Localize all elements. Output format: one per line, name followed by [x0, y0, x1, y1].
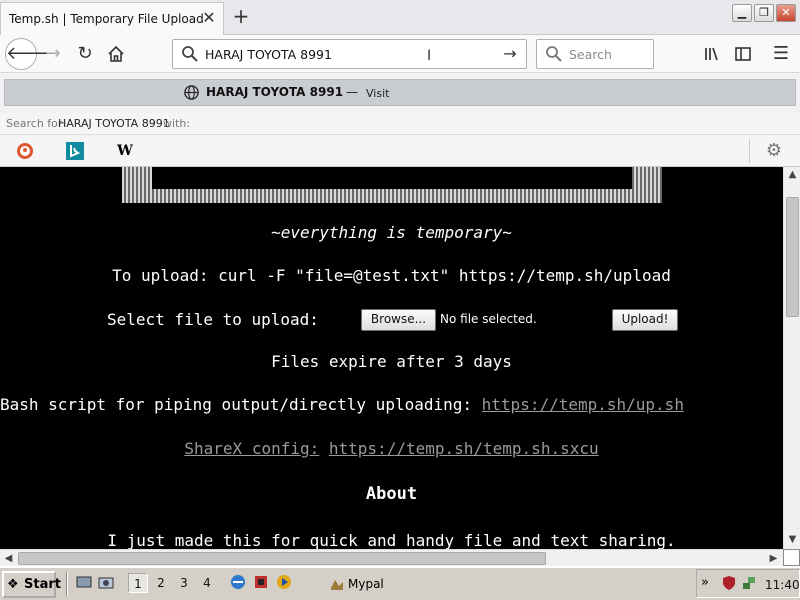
suggestion-separator: — — [346, 85, 358, 99]
upload-command: To upload: curl -F "file=@test.txt" http… — [112, 266, 671, 285]
scroll-corner — [783, 549, 800, 566]
menu-button[interactable]: ☰ — [766, 40, 796, 68]
tray-expand-icon[interactable]: » — [701, 575, 709, 590]
about-heading: About — [365, 484, 418, 504]
scroll-right-arrow-icon[interactable]: ▶ — [766, 551, 781, 566]
page-content: ~everything is temporary~ To upload: cur… — [0, 167, 783, 549]
navigation-bar: 🡐 → ↻ HARAJ TOYOTA 8991 I → Search ☰ — [0, 35, 800, 73]
back-button[interactable]: 🡐 — [5, 38, 54, 70]
minimize-button[interactable]: ▁ — [732, 4, 752, 22]
taskbar: ❖ Start 1 2 3 4 Mypal » 11:40 — [0, 566, 800, 600]
taskbar-divider — [66, 572, 68, 596]
library-icon — [705, 47, 718, 61]
desktop-2-button[interactable]: 2 — [151, 573, 171, 593]
tab-active[interactable]: Temp.sh | Temporary File Upload ✕ — [0, 2, 224, 35]
start-button[interactable]: ❖ Start — [2, 571, 61, 598]
search-for-prefix: Search for — [6, 117, 63, 130]
sidebar-button[interactable] — [728, 40, 758, 68]
mypal-icon — [331, 580, 343, 590]
url-input[interactable]: HARAJ TOYOTA 8991 — [205, 47, 332, 62]
scroll-left-arrow-icon[interactable]: ◀ — [1, 551, 16, 566]
duckduckgo-icon[interactable] — [14, 140, 36, 162]
horizontal-scrollbar[interactable]: ◀ ▶ — [0, 549, 783, 566]
close-window-button[interactable]: ✕ — [776, 4, 796, 22]
search-for-suffix: with: — [163, 117, 191, 130]
taskbar-app-label: Mypal — [348, 577, 384, 591]
suggestion-text: HARAJ TOYOTA 8991 — [206, 85, 344, 99]
home-button[interactable] — [101, 40, 131, 68]
settings-gear-icon[interactable]: ⚙ — [763, 140, 785, 162]
new-tab-button[interactable]: + — [229, 4, 253, 28]
vertical-scrollbar[interactable]: ▲ ▼ — [783, 167, 800, 549]
start-label: Start — [24, 577, 61, 592]
taskbar-app-mypal[interactable]: Mypal — [322, 571, 492, 596]
upload-form: Select file to upload: Browse... No file… — [107, 308, 783, 332]
banner-shadow — [152, 167, 632, 189]
wikipedia-icon[interactable]: W — [114, 140, 136, 162]
globe-icon — [184, 85, 199, 100]
desktop-1-button[interactable]: 1 — [128, 573, 148, 593]
shield-icon[interactable] — [721, 575, 737, 591]
reload-button[interactable]: ↻ — [70, 40, 100, 68]
search-engines-row: W ⚙ — [0, 136, 800, 167]
start-logo-icon: ❖ — [7, 577, 19, 592]
select-file-label: Select file to upload: — [107, 310, 319, 329]
file-status: No file selected. — [440, 312, 537, 326]
home-icon — [108, 45, 124, 62]
go-arrow-icon[interactable]: → — [500, 44, 520, 64]
search-icon — [546, 46, 562, 62]
clock: 11:40 — [765, 578, 800, 592]
browser-launch-icon[interactable] — [230, 574, 246, 590]
desktop-4-button[interactable]: 4 — [197, 573, 217, 593]
browse-button[interactable]: Browse... — [361, 309, 436, 331]
tab-title: Temp.sh | Temporary File Upload — [9, 12, 204, 26]
ascii-banner-logo — [122, 167, 662, 203]
search-for-query: HARAJ TOYOTA 8991 — [58, 117, 170, 130]
sidebar-icon — [735, 47, 751, 61]
desktop-3-button[interactable]: 3 — [174, 573, 194, 593]
tab-strip: Temp.sh | Temporary File Upload ✕ + ▁ ❐ … — [0, 0, 800, 35]
upload-button[interactable]: Upload! — [612, 309, 678, 331]
url-bar[interactable]: HARAJ TOYOTA 8991 I → — [172, 39, 527, 69]
scroll-up-arrow-icon[interactable]: ▲ — [785, 167, 800, 182]
expire-info: Files expire after 3 days — [271, 352, 512, 371]
camera-icon[interactable] — [98, 574, 114, 590]
suggestion-action: Visit — [366, 87, 390, 100]
search-for-row: Search for HARAJ TOYOTA 8991 with: — [0, 113, 800, 135]
bing-icon[interactable] — [64, 140, 86, 162]
tagline: ~everything is temporary~ — [271, 223, 512, 242]
bash-script-label: Bash script for piping output/directly u… — [0, 395, 473, 414]
bash-script-line: Bash script for piping output/directly u… — [0, 395, 783, 417]
scroll-down-arrow-icon[interactable]: ▼ — [785, 532, 800, 547]
network-icon[interactable] — [741, 575, 757, 591]
sharex-link[interactable]: https://temp.sh/temp.sh.sxcu — [329, 439, 599, 458]
forward-button[interactable]: → — [38, 40, 68, 68]
sharex-label[interactable]: ShareX config: — [184, 439, 319, 458]
media-player-icon[interactable] — [276, 574, 292, 590]
maximize-button[interactable]: ❐ — [754, 4, 774, 22]
show-desktop-icon[interactable] — [76, 574, 92, 590]
tab-close-icon[interactable]: ✕ — [199, 8, 219, 28]
library-button[interactable] — [697, 40, 727, 68]
text-cursor-icon: I — [427, 48, 432, 64]
vertical-scroll-thumb[interactable] — [786, 197, 799, 317]
bash-script-link[interactable]: https://temp.sh/up.sh — [482, 395, 684, 414]
search-bar[interactable]: Search — [536, 39, 654, 69]
sharex-line: ShareX config: https://temp.sh/temp.sh.s… — [0, 439, 783, 458]
search-input[interactable]: Search — [569, 47, 612, 62]
app-launch-icon[interactable] — [253, 574, 269, 590]
divider — [749, 139, 750, 163]
about-text: I just made this for quick and handy fil… — [107, 531, 676, 549]
search-icon — [182, 46, 198, 62]
url-suggestion[interactable]: HARAJ TOYOTA 8991 — Visit — [4, 79, 796, 106]
system-tray: » 11:40 — [696, 569, 800, 598]
horizontal-scroll-thumb[interactable] — [18, 552, 546, 565]
